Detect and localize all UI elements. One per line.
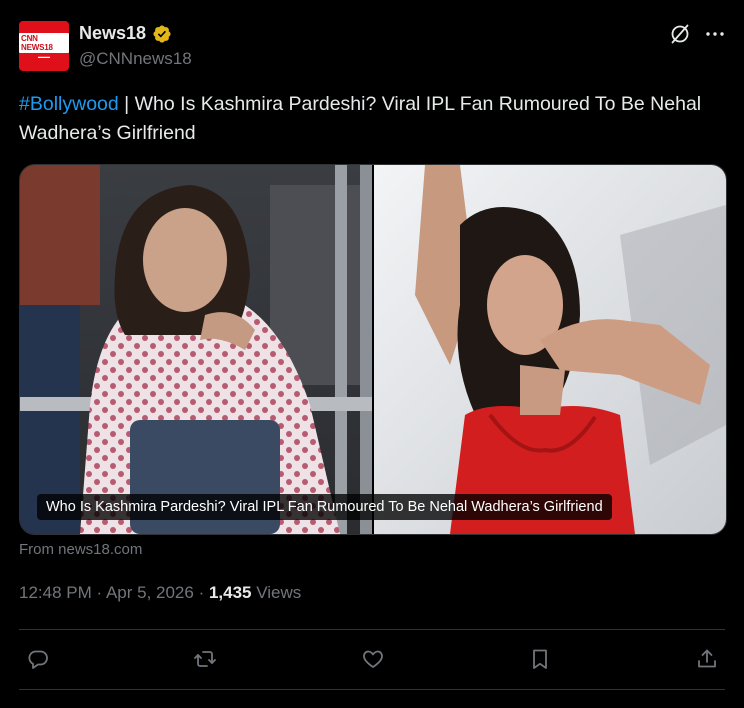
bookmark-button[interactable] (526, 645, 554, 673)
verified-badge-icon (153, 24, 171, 43)
meta-separator: · (193, 583, 209, 602)
tweet-meta: 12:48 PM · Apr 5, 2026 · 1,435 Views (19, 583, 301, 603)
card-image (20, 165, 726, 534)
tweet-time[interactable]: 12:48 PM (19, 583, 92, 602)
author-handle[interactable]: @CNNnews18 (79, 49, 192, 69)
avatar-logo-sub: ▬▬▬ (38, 54, 50, 59)
link-card[interactable]: Who Is Kashmira Pardeshi? Viral IPL Fan … (19, 164, 727, 535)
reply-button[interactable] (24, 645, 52, 673)
share-icon (698, 649, 716, 668)
tweet-date[interactable]: Apr 5, 2026 (106, 583, 194, 602)
hashtag-link[interactable]: #Bollywood (19, 93, 119, 115)
reply-icon (28, 650, 48, 669)
left-photo (20, 165, 372, 534)
retweet-icon (194, 651, 216, 667)
retweet-button[interactable] (191, 645, 219, 673)
like-button[interactable] (359, 645, 387, 673)
bookmark-icon (533, 649, 547, 669)
like-icon (363, 650, 383, 668)
more-icon[interactable] (703, 22, 727, 46)
tweet-body: | Who Is Kashmira Pardeshi? Viral IPL Fa… (19, 93, 702, 144)
card-source[interactable]: From news18.com (19, 541, 142, 558)
avatar-logo: CNN NEWS18 (19, 33, 69, 53)
grok-icon[interactable] (668, 22, 692, 46)
avatar[interactable]: CNN NEWS18 ▬▬▬ (19, 21, 69, 71)
author-display-name[interactable]: News18 (79, 23, 146, 44)
divider (19, 629, 725, 630)
card-caption: Who Is Kashmira Pardeshi? Viral IPL Fan … (37, 494, 612, 520)
author-name-row[interactable]: News18 (79, 23, 172, 44)
right-photo (372, 165, 726, 534)
divider (19, 689, 725, 690)
views-count: 1,435 (208, 583, 252, 602)
meta-separator: · (91, 583, 106, 602)
share-button[interactable] (693, 645, 721, 673)
tweet-text: #Bollywood | Who Is Kashmira Pardeshi? V… (19, 90, 719, 148)
views-label: Views (251, 583, 302, 602)
